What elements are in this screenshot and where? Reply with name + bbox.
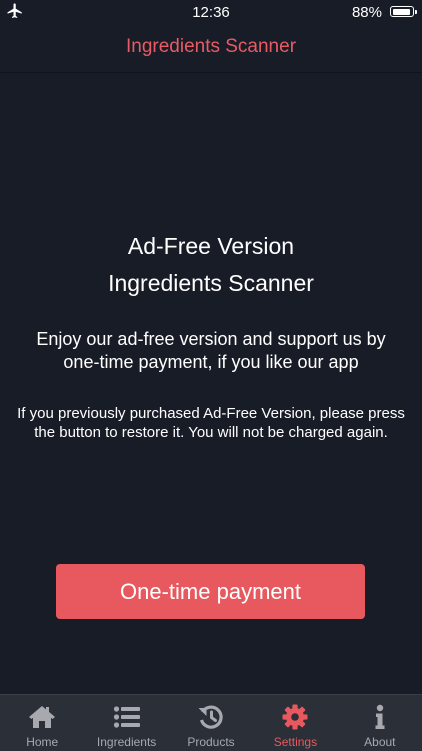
- battery-percentage: 88%: [351, 4, 382, 21]
- nav-title: Ingredients Scanner: [125, 36, 297, 57]
- gear-icon: [282, 704, 308, 730]
- status-bar: 12:36 88%: [0, 0, 422, 24]
- battery-icon: [390, 6, 417, 17]
- home-icon: [29, 706, 56, 728]
- tab-about-label: About: [364, 735, 396, 749]
- tab-bar: Home Ingredients Products Settings About: [0, 694, 422, 751]
- tab-products[interactable]: Products: [169, 695, 253, 751]
- heading-app-name: Ingredients Scanner: [108, 270, 314, 296]
- tab-products-label: Products: [187, 735, 235, 749]
- support-description: Enjoy our ad-free version and support us…: [36, 329, 386, 372]
- navigation-bar: Ingredients Scanner: [0, 24, 422, 73]
- tab-about[interactable]: About: [338, 695, 422, 751]
- tab-ingredients[interactable]: Ingredients: [84, 695, 168, 751]
- heading-ad-free: Ad-Free Version: [127, 233, 295, 259]
- tab-settings[interactable]: Settings: [253, 695, 337, 751]
- restore-notice: If you previously purchased Ad-Free Vers…: [17, 405, 405, 441]
- info-icon: [375, 704, 385, 729]
- one-time-payment-button[interactable]: One-time payment: [56, 564, 365, 619]
- tab-settings-label: Settings: [273, 735, 318, 749]
- list-icon: [113, 706, 140, 728]
- tab-home[interactable]: Home: [0, 695, 84, 751]
- history-icon: [198, 705, 223, 729]
- tab-ingredients-label: Ingredients: [96, 735, 157, 749]
- tab-home-label: Home: [26, 735, 59, 749]
